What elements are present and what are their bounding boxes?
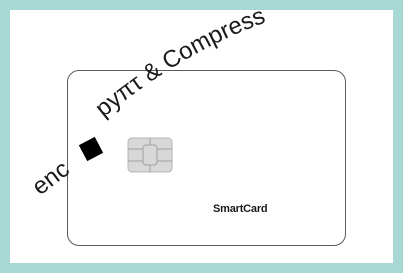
smart-card <box>67 70 346 246</box>
card-label: SmartCard <box>213 203 268 215</box>
smartcard-chip-icon <box>127 137 173 173</box>
